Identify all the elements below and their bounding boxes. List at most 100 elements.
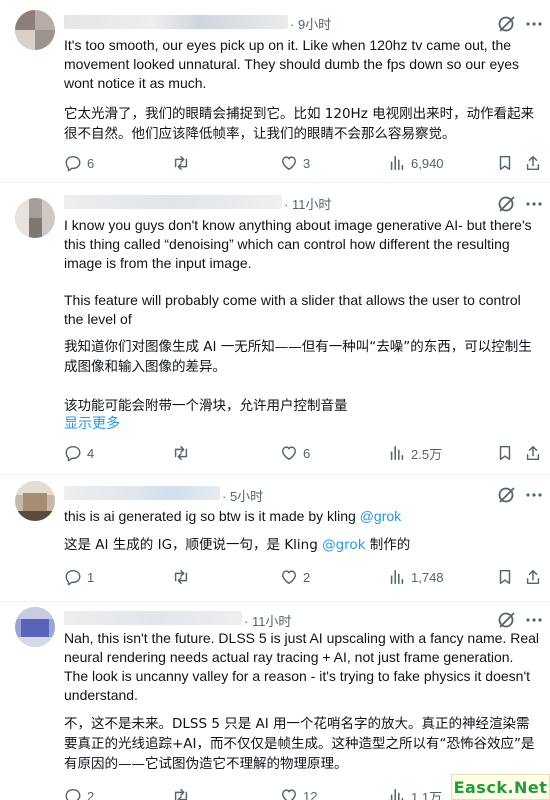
grok-icon[interactable] [497,14,517,34]
like-count: 2 [303,569,311,585]
avatar[interactable] [15,198,55,238]
tweet-text-zh-body: 这是 AI 生成的 IG，顺便说一句，是 Kling [64,537,323,553]
tweet-text-en-body: this is ai generated ig so btw is it mad… [64,508,360,524]
analytics-icon [390,788,404,800]
reply-icon [65,788,81,800]
watermark-logo: Easck.Net [451,774,550,800]
analytics-icon [390,569,404,585]
tweet-text-zh-2: 该功能可能会附带一个滑块，允许用户控制音量 [64,398,348,414]
share-button[interactable] [524,567,542,587]
tweet-text-zh-1: 我知道你们对图像生成 AI 一无所知——但有一种叫“去噪”的东西，可以控制生成图… [64,339,532,375]
grok-icon[interactable] [497,485,517,505]
blurred-username[interactable] [64,611,242,625]
tweet-text-zh: 这是 AI 生成的 IG，顺便说一句，是 Kling @grok 制作的 [64,535,540,555]
views-button[interactable]: 2.5万 [388,443,442,463]
blurred-username[interactable] [64,15,288,29]
grok-mention-link[interactable]: @grok [360,508,401,524]
heart-icon [281,156,297,171]
view-count: 1,748 [411,569,444,585]
retweet-button[interactable] [172,153,195,173]
view-count: 2.5万 [411,446,443,462]
retweet-button[interactable] [172,786,195,800]
like-count: 3 [303,155,311,171]
reply-icon [65,155,81,172]
avatar[interactable] [15,481,55,521]
bookmark-button[interactable] [496,443,514,463]
tweet-text-zh-tail: 制作的 [365,537,411,553]
like-button[interactable]: 3 [280,153,310,173]
more-options-icon[interactable] [524,485,544,505]
retweet-icon [174,445,188,461]
share-icon [526,569,540,585]
reply-button[interactable]: 6 [64,153,94,173]
retweet-icon [174,569,188,585]
tweet-text-zh: 不，这不是未来。DLSS 5 只是 AI 用一个花哨名字的放大。真正的神经渲染需… [64,716,535,772]
share-button[interactable] [524,153,542,173]
reply-count: 1 [87,569,95,585]
tweet-text-en-2: This feature will probably come with a s… [64,292,521,327]
show-more-link[interactable]: 显示更多 [64,413,120,433]
retweet-icon [174,155,188,171]
grok-icon[interactable] [497,194,517,214]
like-button[interactable]: 2 [280,567,310,587]
grok-mention-link[interactable]: @grok [322,537,365,553]
views-button[interactable]: 6,940 [388,153,444,173]
blurred-username[interactable] [64,486,220,500]
share-button[interactable] [524,443,542,463]
reply-icon [65,569,81,586]
tweet-1[interactable]: · 9小时 It's too smooth, our eyes pick up … [0,0,550,183]
bookmark-button[interactable] [496,153,514,173]
tweet-text-zh: 它太光滑了，我们的眼睛会捕捉到它。比如 120Hz 电视刚出来时，动作看起来很不… [64,106,535,142]
heart-icon [281,446,297,461]
tweet-text: Nah, this isn't the future. DLSS 5 is ju… [64,629,540,774]
heart-icon [281,789,297,800]
tweet-actions: 4 6 2.5万 [64,443,542,463]
tweet-time[interactable]: · 5小时 [222,486,263,505]
reply-icon [65,445,81,462]
retweet-button[interactable] [172,567,195,587]
tweet-text-en: It's too smooth, our eyes pick up on it.… [64,37,520,91]
like-count: 12 [303,788,318,800]
avatar[interactable] [15,607,55,647]
retweet-icon [174,788,188,800]
retweet-button[interactable] [172,443,195,463]
tweet-time[interactable]: · 11小时 [244,611,291,630]
tweet-time[interactable]: · 9小时 [290,14,331,33]
bookmark-icon [499,569,511,585]
tweet-text-en: this is ai generated ig so btw is it mad… [64,507,540,526]
reply-button[interactable]: 1 [64,567,94,587]
tweet-actions: 1 2 1,748 [64,567,542,587]
tweet-text: I know you guys don't know anything abou… [64,216,540,416]
view-count: 1.1万 [411,789,443,800]
bookmark-icon [499,445,511,461]
reply-count: 4 [87,445,95,461]
views-button[interactable]: 1.1万 [388,786,442,800]
analytics-icon [390,445,404,461]
like-button[interactable]: 12 [280,786,317,800]
share-icon [526,155,540,171]
more-options-icon[interactable] [524,194,544,214]
tweet-text: It's too smooth, our eyes pick up on it.… [64,36,540,144]
bookmark-button[interactable] [496,567,514,587]
like-button[interactable]: 6 [280,443,310,463]
bookmark-icon [499,155,511,171]
tweet-4[interactable]: · 11小时 Nah, this isn't the future. DLSS … [0,602,550,800]
more-options-icon[interactable] [524,14,544,34]
view-count: 6,940 [411,155,444,171]
share-icon [526,445,540,461]
avatar[interactable] [15,10,55,50]
grok-icon[interactable] [497,610,517,630]
more-options-icon[interactable] [524,610,544,630]
views-button[interactable]: 1,748 [388,567,444,587]
reply-button[interactable]: 4 [64,443,94,463]
tweet-2[interactable]: · 11小时 I know you guys don't know anythi… [0,183,550,475]
tweet-text: this is ai generated ig so btw is it mad… [64,507,540,555]
blurred-username[interactable] [64,195,282,209]
analytics-icon [390,155,404,171]
tweet-text-en: Nah, this isn't the future. DLSS 5 is ju… [64,630,540,703]
tweet-3[interactable]: · 5小时 this is ai generated ig so btw is … [0,475,550,602]
reply-button[interactable]: 2 [64,786,94,800]
tweet-time[interactable]: · 11小时 [284,194,331,213]
reply-count: 2 [87,788,95,800]
like-count: 6 [303,445,311,461]
